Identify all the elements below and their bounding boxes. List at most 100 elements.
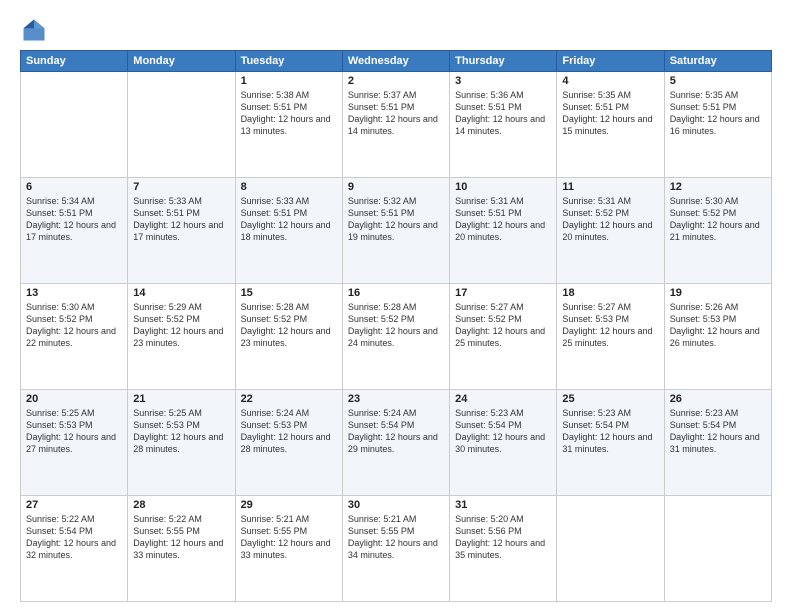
day-info: Sunrise: 5:37 AM Sunset: 5:51 PM Dayligh… [348,89,444,138]
day-cell: 31 Sunrise: 5:20 AM Sunset: 5:56 PM Dayli… [450,496,557,602]
day-info: Sunrise: 5:35 AM Sunset: 5:51 PM Dayligh… [670,89,766,138]
day-number: 18 [562,287,658,299]
day-info: Sunrise: 5:30 AM Sunset: 5:52 PM Dayligh… [670,195,766,244]
day-info: Sunrise: 5:32 AM Sunset: 5:51 PM Dayligh… [348,195,444,244]
day-cell: 16Sunrise: 5:28 AM Sunset: 5:52 PM Dayli… [342,284,449,390]
day-info: Sunrise: 5:35 AM Sunset: 5:51 PM Dayligh… [562,89,658,138]
day-number: 17 [455,287,551,299]
day-number: 15 [241,287,337,299]
day-info: Sunrise: 5:21 AM Sunset: 5:55 PM Dayligh… [348,513,444,562]
day-info: Sunrise: 5:27 AM Sunset: 5:53 PM Dayligh… [562,301,658,350]
day-cell: 25 Sunrise: 5:23 AM Sunset: 5:54 PM Dayli… [557,390,664,496]
day-number: 2 [348,75,444,87]
day-number: 24 [455,393,551,405]
day-number: 20 [26,393,122,405]
day-number: 31 [455,499,551,511]
day-cell: 1Sunrise: 5:38 AM Sunset: 5:51 PM Daylig… [235,72,342,178]
col-header-saturday: Saturday [664,51,771,72]
day-cell: 21Sunrise: 5:25 AM Sunset: 5:53 PM Dayli… [128,390,235,496]
day-number: 13 [26,287,122,299]
day-cell: 26 Sunrise: 5:23 AM Sunset: 5:54 PM Dayli… [664,390,771,496]
day-cell: 2 Sunrise: 5:37 AM Sunset: 5:51 PM Daylig… [342,72,449,178]
logo [20,16,52,44]
day-cell: 14 Sunrise: 5:29 AM Sunset: 5:52 PM Dayli… [128,284,235,390]
day-info: Sunrise: 5:28 AM Sunset: 5:52 PM Dayligh… [241,301,337,350]
week-row-5: 27Sunrise: 5:22 AM Sunset: 5:54 PM Dayli… [21,496,772,602]
day-info: Sunrise: 5:27 AM Sunset: 5:52 PM Dayligh… [455,301,551,350]
day-cell: 5 Sunrise: 5:35 AM Sunset: 5:51 PM Daylig… [664,72,771,178]
header-row: SundayMondayTuesdayWednesdayThursdayFrid… [21,51,772,72]
day-cell: 9 Sunrise: 5:32 AM Sunset: 5:51 PM Daylig… [342,178,449,284]
day-cell: 13 Sunrise: 5:30 AM Sunset: 5:52 PM Dayli… [21,284,128,390]
day-cell: 24Sunrise: 5:23 AM Sunset: 5:54 PM Dayli… [450,390,557,496]
day-number: 29 [241,499,337,511]
day-cell [664,496,771,602]
day-number: 19 [670,287,766,299]
day-cell [557,496,664,602]
day-number: 28 [133,499,229,511]
col-header-thursday: Thursday [450,51,557,72]
day-cell: 18 Sunrise: 5:27 AM Sunset: 5:53 PM Dayli… [557,284,664,390]
day-cell: 20 Sunrise: 5:25 AM Sunset: 5:53 PM Dayli… [21,390,128,496]
day-number: 14 [133,287,229,299]
col-header-monday: Monday [128,51,235,72]
day-number: 5 [670,75,766,87]
day-info: Sunrise: 5:29 AM Sunset: 5:52 PM Dayligh… [133,301,229,350]
day-cell: 10 Sunrise: 5:31 AM Sunset: 5:51 PM Dayli… [450,178,557,284]
day-number: 26 [670,393,766,405]
day-cell: 23 Sunrise: 5:24 AM Sunset: 5:54 PM Dayli… [342,390,449,496]
day-info: Sunrise: 5:34 AM Sunset: 5:51 PM Dayligh… [26,195,122,244]
day-cell: 27Sunrise: 5:22 AM Sunset: 5:54 PM Dayli… [21,496,128,602]
day-info: Sunrise: 5:33 AM Sunset: 5:51 PM Dayligh… [133,195,229,244]
day-number: 6 [26,181,122,193]
day-number: 10 [455,181,551,193]
day-cell: 30Sunrise: 5:21 AM Sunset: 5:55 PM Dayli… [342,496,449,602]
day-cell: 15 Sunrise: 5:28 AM Sunset: 5:52 PM Dayli… [235,284,342,390]
day-info: Sunrise: 5:33 AM Sunset: 5:51 PM Dayligh… [241,195,337,244]
day-cell [21,72,128,178]
day-number: 7 [133,181,229,193]
day-number: 25 [562,393,658,405]
day-number: 8 [241,181,337,193]
day-number: 4 [562,75,658,87]
day-info: Sunrise: 5:36 AM Sunset: 5:51 PM Dayligh… [455,89,551,138]
day-info: Sunrise: 5:20 AM Sunset: 5:56 PM Dayligh… [455,513,551,562]
week-row-1: 1Sunrise: 5:38 AM Sunset: 5:51 PM Daylig… [21,72,772,178]
day-cell: 4 Sunrise: 5:35 AM Sunset: 5:51 PM Daylig… [557,72,664,178]
day-info: Sunrise: 5:30 AM Sunset: 5:52 PM Dayligh… [26,301,122,350]
calendar-table: SundayMondayTuesdayWednesdayThursdayFrid… [20,50,772,602]
col-header-friday: Friday [557,51,664,72]
day-cell: 3 Sunrise: 5:36 AM Sunset: 5:51 PM Daylig… [450,72,557,178]
day-number: 16 [348,287,444,299]
day-info: Sunrise: 5:24 AM Sunset: 5:53 PM Dayligh… [241,407,337,456]
day-cell: 29 Sunrise: 5:21 AM Sunset: 5:55 PM Dayli… [235,496,342,602]
col-header-sunday: Sunday [21,51,128,72]
day-info: Sunrise: 5:22 AM Sunset: 5:54 PM Dayligh… [26,513,122,562]
day-cell: 7 Sunrise: 5:33 AM Sunset: 5:51 PM Daylig… [128,178,235,284]
day-info: Sunrise: 5:22 AM Sunset: 5:55 PM Dayligh… [133,513,229,562]
day-cell: 28 Sunrise: 5:22 AM Sunset: 5:55 PM Dayli… [128,496,235,602]
day-info: Sunrise: 5:31 AM Sunset: 5:52 PM Dayligh… [562,195,658,244]
day-info: Sunrise: 5:23 AM Sunset: 5:54 PM Dayligh… [562,407,658,456]
day-cell [128,72,235,178]
day-number: 11 [562,181,658,193]
day-cell: 11 Sunrise: 5:31 AM Sunset: 5:52 PM Dayli… [557,178,664,284]
day-cell: 19Sunrise: 5:26 AM Sunset: 5:53 PM Dayli… [664,284,771,390]
day-number: 3 [455,75,551,87]
day-info: Sunrise: 5:31 AM Sunset: 5:51 PM Dayligh… [455,195,551,244]
day-number: 9 [348,181,444,193]
day-cell: 6 Sunrise: 5:34 AM Sunset: 5:51 PM Daylig… [21,178,128,284]
header [20,16,772,44]
day-info: Sunrise: 5:23 AM Sunset: 5:54 PM Dayligh… [670,407,766,456]
logo-icon [20,16,48,44]
day-number: 21 [133,393,229,405]
day-info: Sunrise: 5:24 AM Sunset: 5:54 PM Dayligh… [348,407,444,456]
day-number: 1 [241,75,337,87]
day-number: 22 [241,393,337,405]
day-number: 23 [348,393,444,405]
col-header-tuesday: Tuesday [235,51,342,72]
day-info: Sunrise: 5:25 AM Sunset: 5:53 PM Dayligh… [26,407,122,456]
col-header-wednesday: Wednesday [342,51,449,72]
day-number: 12 [670,181,766,193]
day-info: Sunrise: 5:21 AM Sunset: 5:55 PM Dayligh… [241,513,337,562]
